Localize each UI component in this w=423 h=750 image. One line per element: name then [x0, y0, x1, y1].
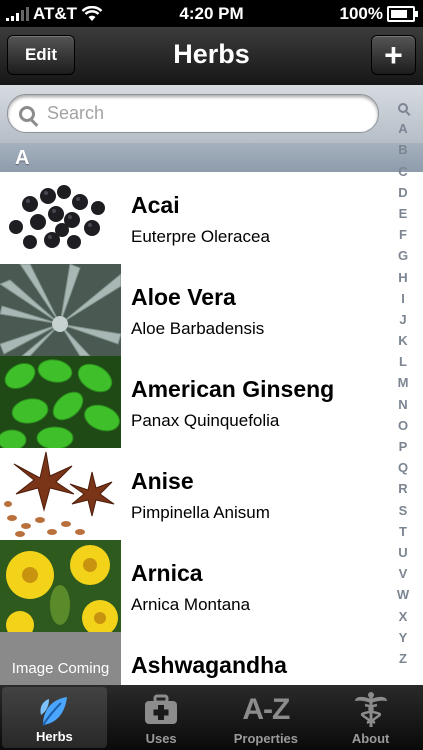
herb-name: Aloe Vera [131, 284, 236, 310]
index-letter[interactable]: R [389, 478, 417, 499]
list-item[interactable]: Aloe Vera Aloe Barbadensis [0, 264, 423, 357]
index-letter[interactable]: J [389, 309, 417, 330]
herb-name: Anise [131, 468, 194, 494]
tab-uses[interactable]: Uses [109, 685, 214, 750]
tab-label: About [351, 731, 390, 746]
index-letter[interactable]: D [389, 182, 417, 203]
herb-name: Acai [131, 192, 180, 218]
medical-kit-icon [145, 694, 178, 724]
battery-percent: 100% [339, 4, 383, 23]
image-placeholder-text: Image Coming [11, 660, 110, 677]
index-letter[interactable]: I [389, 288, 417, 309]
index-letter[interactable]: M [389, 372, 417, 393]
list-item[interactable]: Acai Euterpre Oleracea [0, 172, 423, 265]
index-letter[interactable]: O [389, 415, 417, 436]
list-item[interactable]: Image Coming Ashwagandha [0, 632, 423, 685]
index-letter[interactable]: S [389, 500, 417, 521]
index-letter[interactable]: F [389, 224, 417, 245]
list-item[interactable]: Anise Pimpinella Anisum [0, 448, 423, 541]
index-letter[interactable]: A [389, 118, 417, 139]
caduceus-icon [354, 692, 387, 727]
image-placeholder: Image Coming [0, 632, 121, 685]
index-letter[interactable]: U [389, 542, 417, 563]
tab-herbs[interactable]: Herbs [2, 687, 107, 748]
index-letter[interactable]: Y [389, 627, 417, 648]
herb-scientific-name: Pimpinella Anisum [131, 503, 270, 522]
list-item[interactable]: American Ginseng Panax Quinquefolia [0, 356, 423, 449]
tab-properties[interactable]: A-Z Properties [214, 685, 319, 750]
tab-label: Herbs [35, 729, 73, 744]
tab-label: Properties [233, 731, 299, 746]
herb-scientific-name: Aloe Barbadensis [131, 319, 265, 338]
index-letter[interactable]: B [389, 139, 417, 160]
herb-list[interactable]: Acai Euterpre Oleracea Aloe Vera Aloe Ba… [0, 172, 423, 685]
navigation-bar: Edit Herbs + [0, 27, 423, 86]
index-search-icon[interactable] [389, 97, 417, 118]
herb-thumbnail [0, 448, 121, 540]
section-header: A [0, 143, 423, 172]
search-bar [0, 85, 423, 144]
index-letter[interactable]: X [389, 606, 417, 627]
herb-thumbnail [0, 356, 121, 448]
index-letter[interactable]: T [389, 521, 417, 542]
herb-name: Arnica [131, 560, 203, 586]
herb-scientific-name: Euterpre Oleracea [131, 227, 270, 246]
tab-label: Uses [145, 731, 177, 746]
list-item[interactable]: Arnica Arnica Montana [0, 540, 423, 633]
a-z-icon: A-Z [242, 693, 290, 726]
index-letter[interactable]: G [389, 245, 417, 266]
battery-icon [387, 6, 418, 22]
index-letter[interactable]: C [389, 161, 417, 182]
index-letter[interactable]: K [389, 330, 417, 351]
index-letter[interactable]: N [389, 394, 417, 415]
status-bar: AT&T 4:20 PM 100% [0, 0, 423, 27]
page-title: Herbs [173, 39, 250, 69]
herb-scientific-name: Arnica Montana [131, 595, 251, 614]
battery-indicator: 100% [339, 4, 418, 24]
index-letter[interactable]: P [389, 436, 417, 457]
herb-scientific-name: Panax Quinquefolia [131, 411, 280, 430]
herb-thumbnail [0, 264, 121, 356]
index-letter[interactable]: Z [389, 648, 417, 669]
index-letter[interactable]: Q [389, 457, 417, 478]
index-letter[interactable]: L [389, 351, 417, 372]
index-letter[interactable]: E [389, 203, 417, 224]
tab-bar: Herbs Uses A-Z Properties About [0, 685, 423, 750]
search-field[interactable] [7, 94, 379, 133]
index-letter[interactable]: H [389, 267, 417, 288]
section-index[interactable]: A B C D E F G H I J K L M N O P Q R S T … [389, 97, 417, 669]
search-icon [19, 105, 35, 122]
add-button[interactable]: + [371, 35, 416, 75]
index-letter[interactable]: W [389, 584, 417, 605]
herb-name: American Ginseng [131, 376, 335, 402]
section-letter: A [15, 147, 30, 169]
herb-thumbnail [0, 540, 121, 632]
leaf-icon [40, 697, 68, 726]
herb-name: Ashwagandha [131, 652, 287, 678]
herb-thumbnail [0, 172, 121, 264]
tab-about[interactable]: About [318, 685, 423, 750]
search-input[interactable] [45, 102, 349, 125]
index-letter[interactable]: V [389, 563, 417, 584]
